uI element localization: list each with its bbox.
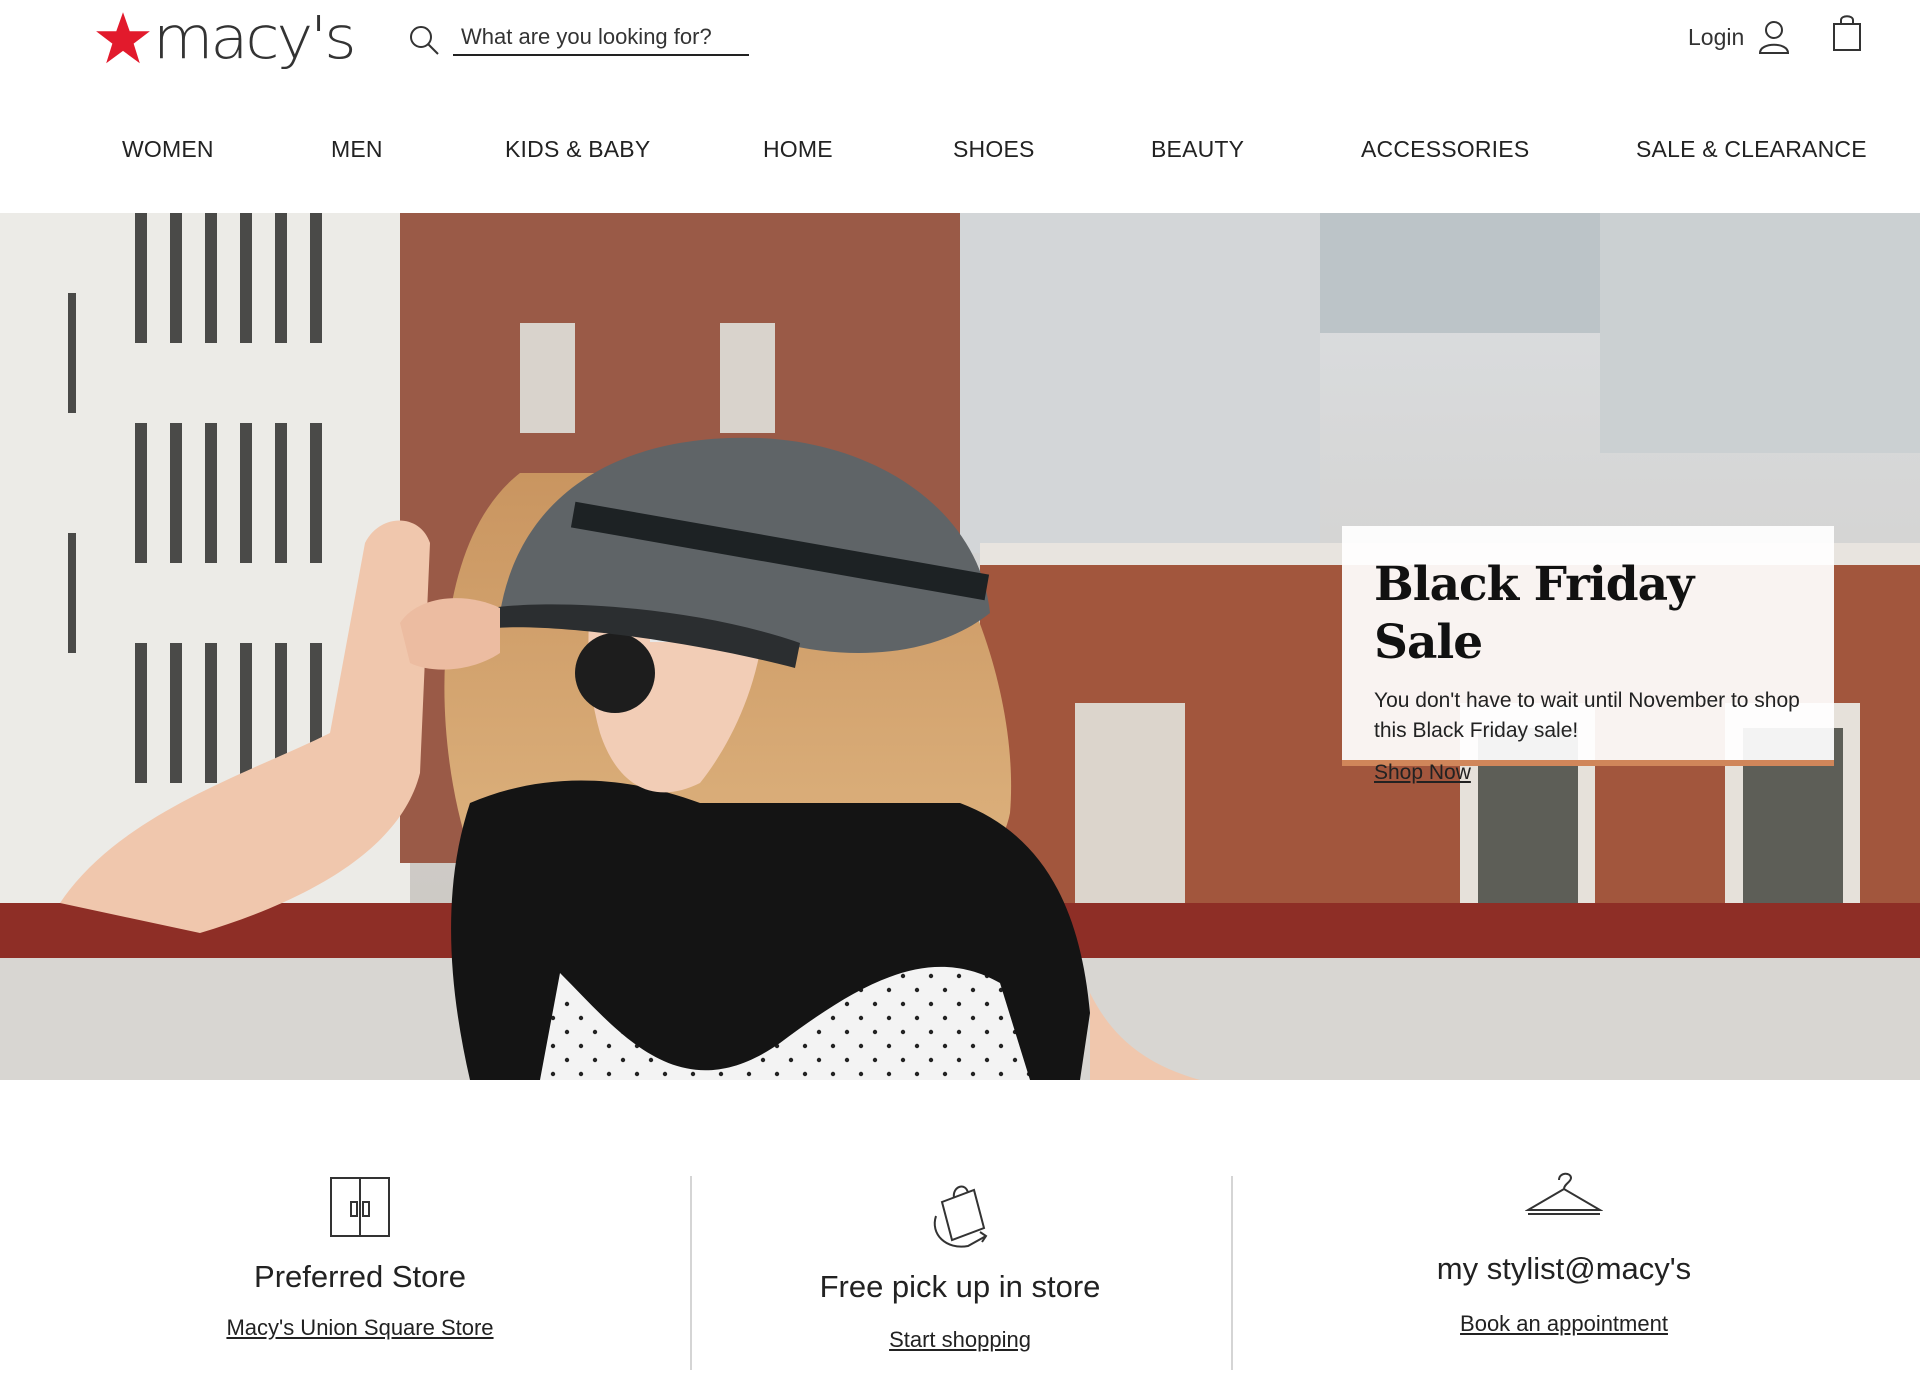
user-icon xyxy=(1759,21,1790,54)
search-input[interactable] xyxy=(453,20,749,56)
feature-divider xyxy=(690,1176,692,1370)
shopping-bag-icon[interactable] xyxy=(1832,14,1862,52)
nav-item-accessories[interactable]: ACCESSORIES xyxy=(1361,136,1529,163)
feature-preferred-store: Preferred Store Macy's Union Square Stor… xyxy=(200,1176,520,1341)
nav-item-men[interactable]: MEN xyxy=(331,136,383,163)
star-logo-icon xyxy=(96,12,150,64)
nav-item-kids-baby[interactable]: KIDS & BABY xyxy=(505,136,650,163)
shopping-bag-pickup-icon xyxy=(933,1185,988,1248)
start-shopping-link[interactable]: Start shopping xyxy=(889,1327,1031,1352)
feature-title: my stylist@macy's xyxy=(1436,1251,1692,1286)
feature-title: Preferred Store xyxy=(254,1259,466,1294)
feature-divider xyxy=(1231,1176,1233,1370)
promo-description: You don't have to wait until November to… xyxy=(1374,689,1800,742)
site-header: macy's Login xyxy=(0,0,1920,100)
black-friday-promo-card: Black Friday Sale You don't have to wait… xyxy=(1342,526,1834,784)
nav-item-home[interactable]: HOME xyxy=(763,136,833,163)
nav-item-shoes[interactable]: SHOES xyxy=(953,136,1035,163)
nav-item-women[interactable]: WOMEN xyxy=(122,136,214,163)
main-navigation: WOMEN MEN KIDS & BABY HOME SHOES BEAUTY … xyxy=(0,136,1920,176)
book-appointment-link[interactable]: Book an appointment xyxy=(1460,1311,1668,1336)
macys-logo[interactable]: macy's xyxy=(95,2,357,74)
login-label: Login xyxy=(1688,23,1745,50)
preferred-store-link[interactable]: Macy's Union Square Store xyxy=(226,1315,493,1340)
features-row: Preferred Store Macy's Union Square Stor… xyxy=(0,1080,1920,1375)
shop-now-link[interactable]: Shop Now xyxy=(1374,761,1471,785)
hero-banner[interactable]: Black Friday Sale You don't have to wait… xyxy=(0,213,1920,1080)
promo-title: Black Friday Sale xyxy=(1374,557,1694,670)
hanger-icon xyxy=(1524,1172,1604,1215)
feature-stylist: my stylist@macy's Book an appointment xyxy=(1404,1170,1724,1337)
nav-item-sale-clearance[interactable]: SALE & CLEARANCE xyxy=(1636,136,1867,163)
search-icon[interactable] xyxy=(408,24,440,56)
login-link[interactable]: Login xyxy=(1688,20,1790,54)
nav-item-beauty[interactable]: BEAUTY xyxy=(1151,136,1244,163)
feature-title: Free pick up in store xyxy=(819,1269,1101,1304)
logo-wordmark: macy's xyxy=(153,2,357,73)
search-bar xyxy=(408,20,749,58)
store-doors-icon xyxy=(330,1177,390,1237)
feature-free-pickup: Free pick up in store Start shopping xyxy=(800,1176,1120,1353)
